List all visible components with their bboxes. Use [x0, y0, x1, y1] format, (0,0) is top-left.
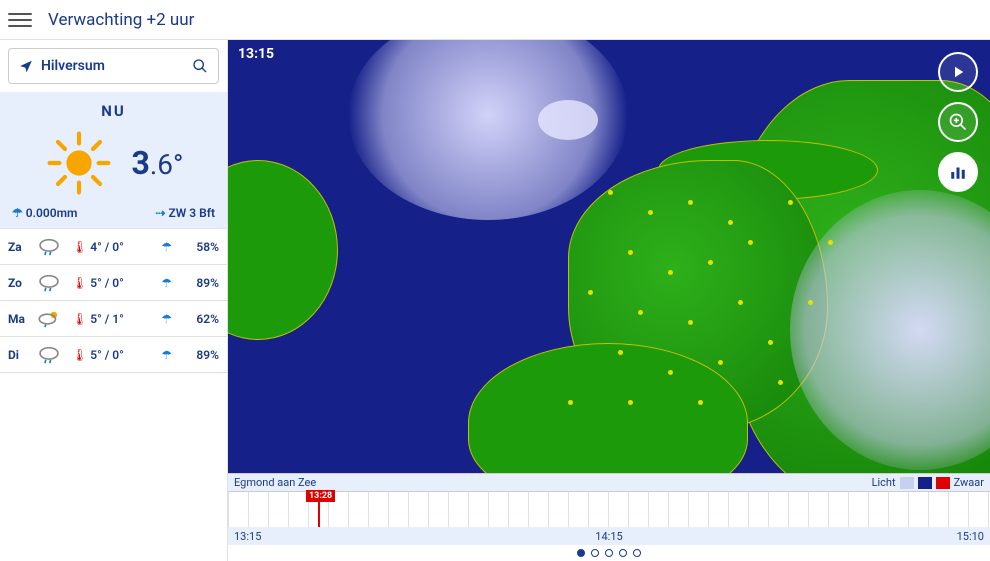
forecast-row[interactable]: Ma 🌡 5° / 1° ☂ 62%	[0, 301, 227, 337]
map-panel: 13:15 Egmond aan Zee Licht Zwaar	[228, 40, 990, 561]
wind-icon: ⇢	[155, 206, 165, 220]
location-search[interactable]: Hilversum	[8, 48, 219, 84]
sidebar: Hilversum NU	[0, 40, 228, 561]
day-label: Di	[8, 348, 36, 362]
map-timestamp: 13:15	[238, 46, 274, 62]
temp-range: 5° / 0°	[90, 348, 161, 362]
rain-probability: 58%	[175, 240, 219, 254]
current-temperature: 3.6°	[132, 144, 184, 182]
wind-value: ⇢ ZW 3 Bft	[155, 206, 215, 220]
rain-probability: 89%	[175, 276, 219, 290]
page-dot[interactable]	[605, 549, 613, 557]
rain-probability: 62%	[175, 312, 219, 326]
rain-probability: 89%	[175, 348, 219, 362]
cloud-rain-icon	[36, 273, 72, 293]
now-label: NU	[8, 102, 219, 120]
timeline-marker[interactable]	[318, 492, 320, 527]
thermometer-icon: 🌡	[72, 276, 87, 290]
cloud-rain-icon	[36, 237, 72, 257]
location-arrow-icon	[19, 59, 33, 73]
umbrella-icon: ☂	[161, 348, 172, 362]
forecast-row[interactable]: Di 🌡 5° / 0° ☂ 89%	[0, 337, 227, 373]
umbrella-icon: ☂	[161, 276, 172, 290]
page-indicator[interactable]	[228, 545, 990, 561]
timeline-labels: 13:15 14:15 15:10	[228, 527, 990, 545]
day-label: Za	[8, 240, 36, 254]
thermometer-icon: 🌡	[72, 312, 87, 326]
page-dot[interactable]	[619, 549, 627, 557]
umbrella-icon: ☂	[161, 312, 172, 326]
thermometer-icon: 🌡	[72, 240, 87, 254]
cloud-rain-icon	[36, 345, 72, 365]
app-header: Verwachting +2 uur	[0, 0, 990, 40]
forecast-row[interactable]: Zo 🌡 5° / 0° ☂ 89%	[0, 265, 227, 301]
play-button[interactable]	[938, 52, 978, 92]
sun-icon	[44, 128, 114, 198]
location-name: Hilversum	[41, 58, 192, 74]
page-title: Verwachting +2 uur	[48, 10, 194, 30]
day-label: Ma	[8, 312, 36, 326]
map-location-label: Egmond aan Zee	[234, 476, 316, 489]
temp-range: 4° / 0°	[90, 240, 161, 254]
precipitation-value: ☂ 0.000mm	[12, 206, 77, 220]
forecast-list: Za 🌡 4° / 0° ☂ 58% Zo 🌡 5° / 0° ☂ 89%	[0, 229, 227, 561]
zoom-in-button[interactable]	[938, 102, 978, 142]
day-label: Zo	[8, 276, 36, 290]
radar-map[interactable]: 13:15	[228, 40, 990, 473]
page-dot[interactable]	[633, 549, 641, 557]
temp-range: 5° / 1°	[90, 312, 161, 326]
intensity-legend: Licht Zwaar	[872, 476, 984, 489]
menu-icon[interactable]	[8, 8, 32, 32]
timeline-header: Egmond aan Zee Licht Zwaar	[228, 473, 990, 491]
temp-range: 5° / 0°	[90, 276, 161, 290]
timeline-mid: 14:15	[595, 530, 622, 543]
chart-button[interactable]	[938, 152, 978, 192]
page-dot[interactable]	[591, 549, 599, 557]
current-weather-card[interactable]: NU	[0, 92, 227, 229]
thermometer-icon: 🌡	[72, 348, 87, 362]
timeline-end: 15:10	[957, 530, 984, 543]
umbrella-icon: ☂	[161, 240, 172, 254]
search-icon[interactable]	[192, 58, 208, 74]
timeline-scrubber[interactable]	[228, 491, 990, 527]
precipitation-cloud	[538, 100, 598, 140]
timeline-start: 13:15	[234, 530, 261, 543]
page-dot[interactable]	[577, 549, 585, 557]
forecast-row[interactable]: Za 🌡 4° / 0° ☂ 58%	[0, 229, 227, 265]
cloud-sun-icon	[36, 309, 72, 329]
umbrella-icon: ☂	[12, 206, 23, 220]
